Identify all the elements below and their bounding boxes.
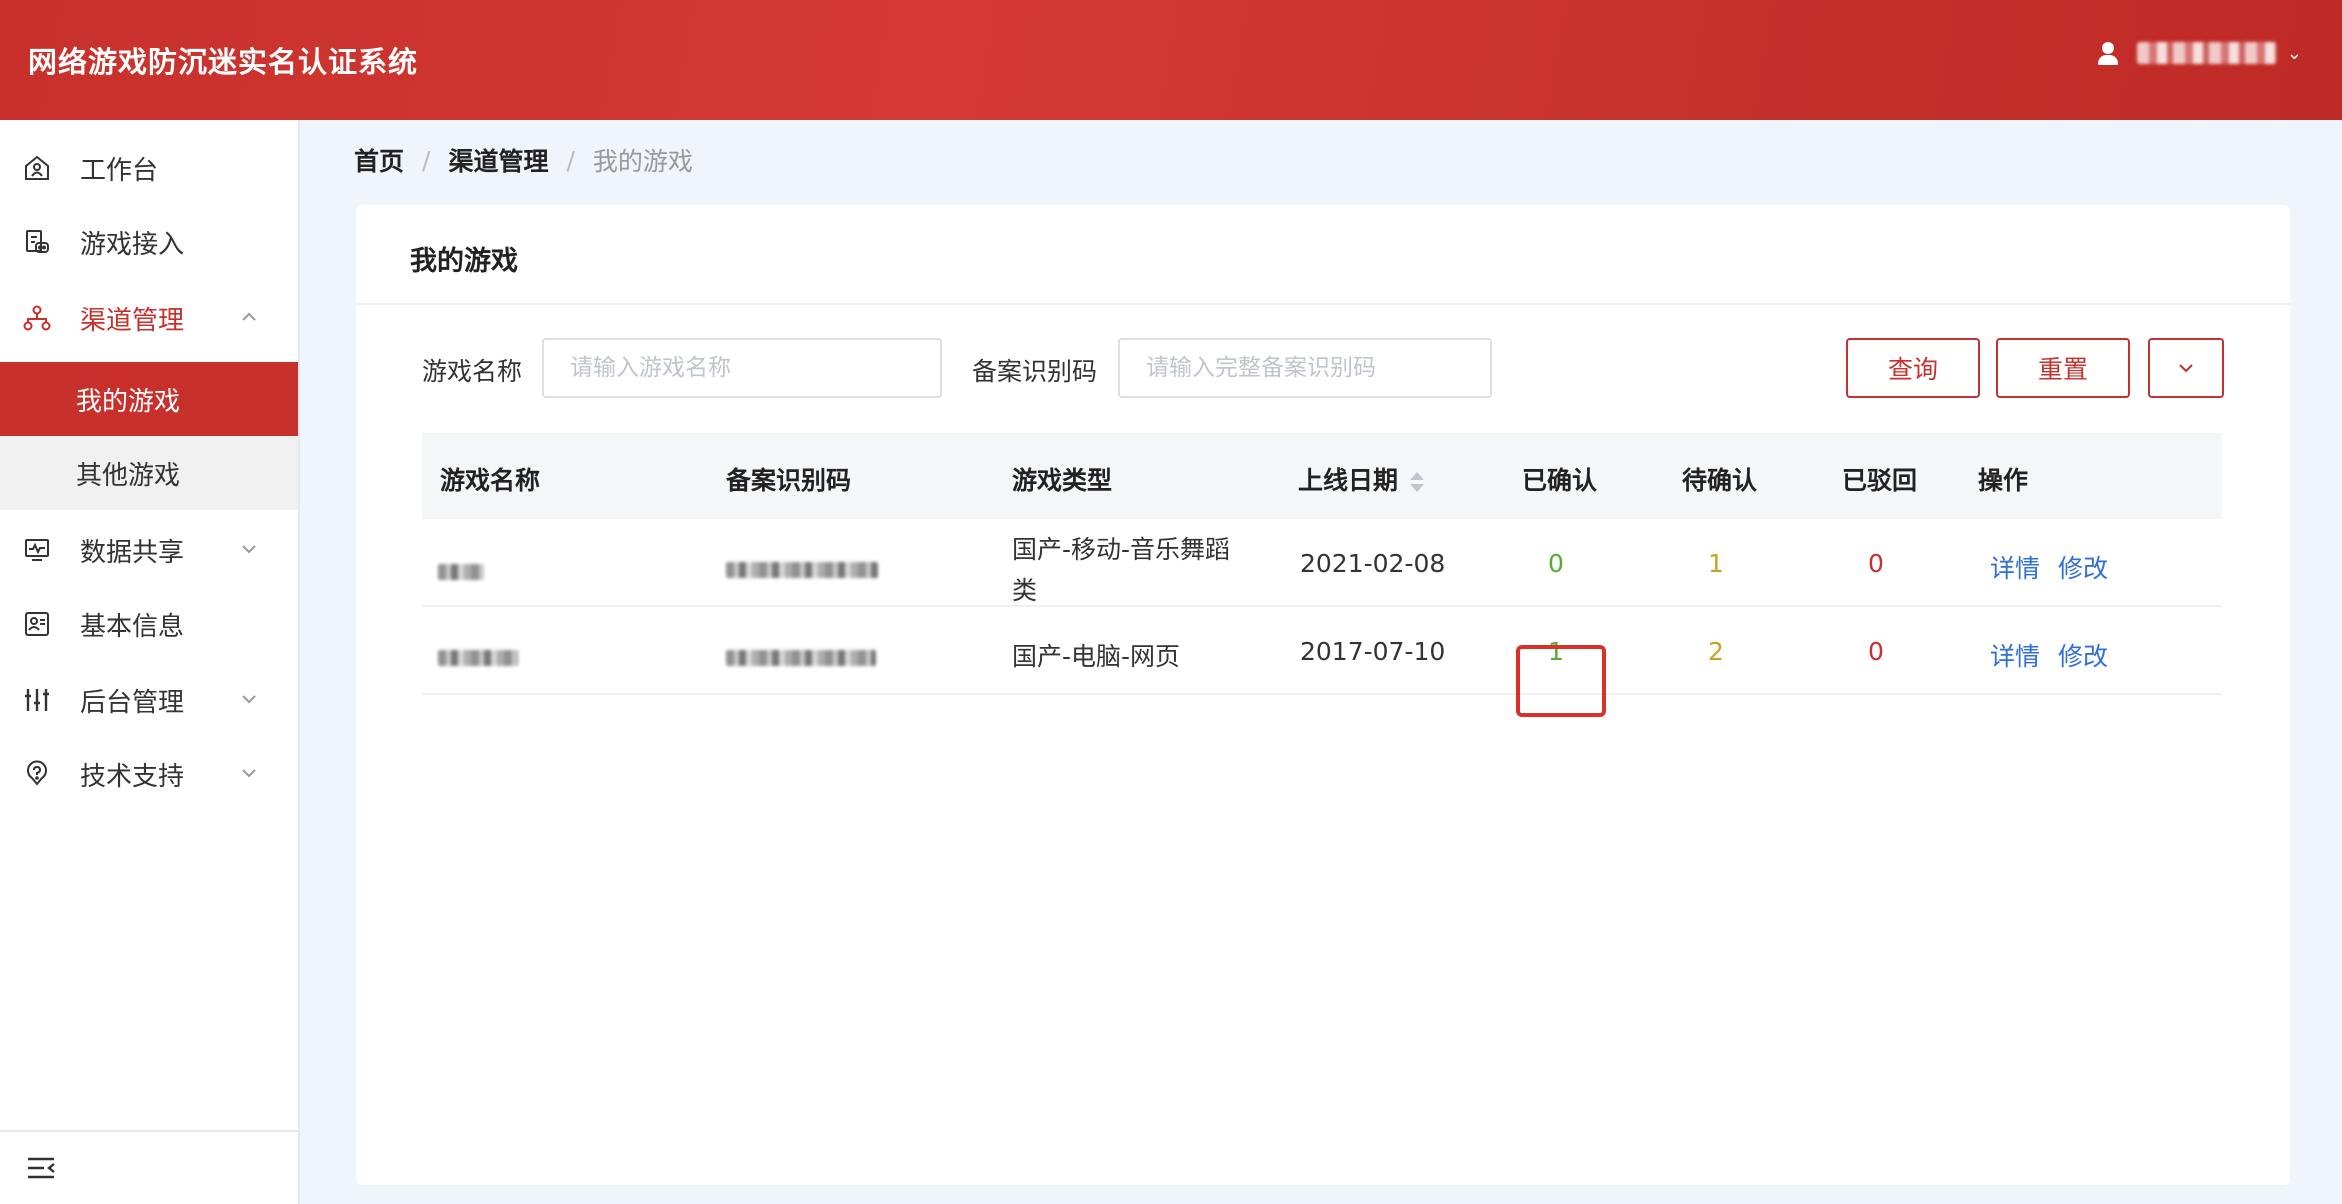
data-share-icon — [22, 535, 52, 565]
chevron-down-icon — [2179, 364, 2193, 373]
sidebar-subitem-my-games[interactable]: 我的游戏 — [0, 362, 298, 436]
rejected-count-cell[interactable]: 0 — [1868, 637, 1884, 666]
record-code-cell-redacted — [726, 555, 878, 584]
game-access-icon — [22, 227, 52, 257]
column-header-record-code: 备案识别码 — [726, 466, 852, 495]
sidebar-item-data-sharing[interactable]: 数据共享 — [0, 520, 298, 580]
sidebar-item-label: 游戏接入 — [80, 229, 185, 260]
sliders-icon — [22, 685, 52, 715]
breadcrumb: 首页 / 渠道管理 / 我的游戏 — [354, 142, 693, 178]
chevron-down-icon — [242, 695, 256, 704]
edit-link[interactable]: 修改 — [2058, 642, 2108, 671]
channel-icon — [22, 303, 52, 333]
breadcrumb-home[interactable]: 首页 — [354, 142, 404, 178]
game-name-cell-redacted — [438, 643, 518, 672]
column-header-launch-date[interactable]: 上线日期 — [1298, 461, 1425, 497]
actions-cell: 详情 修改 — [1990, 549, 2126, 585]
confirmed-count-cell[interactable]: 0 — [1548, 549, 1564, 578]
app-title: 网络游戏防沉迷实名认证系统 — [28, 45, 419, 79]
edit-link[interactable]: 修改 — [2058, 554, 2108, 583]
pending-count-cell[interactable]: 2 — [1708, 637, 1724, 666]
my-games-card: 我的游戏 游戏名称 备案识别码 查询 重置 游戏名称 备案识别码 游戏类型 上线… — [356, 205, 2290, 1185]
sidebar-subitem-other-games[interactable]: 其他游戏 — [0, 436, 298, 510]
sidebar-item-label: 数据共享 — [80, 537, 185, 568]
sidebar-item-backend-management[interactable]: 后台管理 — [0, 670, 298, 730]
user-menu[interactable]: ⌄ — [2095, 40, 2302, 66]
sidebar-item-workbench[interactable]: 工作台 — [0, 138, 298, 198]
column-header-game-type: 游戏类型 — [1012, 466, 1113, 495]
help-icon — [22, 759, 52, 789]
record-code-cell-redacted — [726, 643, 876, 672]
game-type-line: 国产-移动-音乐舞蹈 — [1012, 535, 1231, 564]
sidebar-subitem-label: 我的游戏 — [76, 386, 181, 417]
breadcrumb-separator: / — [422, 145, 431, 175]
query-button[interactable]: 查询 — [1846, 338, 1980, 398]
reset-button[interactable]: 重置 — [1996, 338, 2130, 398]
sidebar-item-label: 工作台 — [80, 155, 159, 186]
rejected-count-cell[interactable]: 0 — [1868, 549, 1884, 578]
chevron-down-icon — [242, 545, 256, 554]
top-header: 网络游戏防沉迷实名认证系统 ⌄ — [0, 0, 2342, 120]
sidebar-item-channel-management[interactable]: 渠道管理 — [0, 288, 298, 348]
sidebar-subitem-label: 其他游戏 — [76, 460, 181, 491]
game-name-input[interactable] — [542, 338, 942, 398]
sidebar-item-label: 渠道管理 — [80, 305, 185, 336]
table-header: 游戏名称 备案识别码 游戏类型 上线日期 已确认 待确认 已驳回 操作 — [422, 433, 2222, 519]
menu-collapse-icon — [28, 1157, 55, 1179]
confirmed-cell-highlight — [1516, 645, 1606, 717]
column-header-pending: 待确认 — [1682, 466, 1758, 495]
breadcrumb-current: 我的游戏 — [592, 147, 693, 176]
sidebar-item-label: 基本信息 — [80, 611, 185, 642]
detail-link[interactable]: 详情 — [1990, 554, 2040, 583]
sidebar-item-game-access[interactable]: 游戏接入 — [0, 212, 298, 272]
home-icon — [22, 153, 52, 183]
breadcrumb-separator: / — [566, 145, 575, 175]
sidebar-item-label: 后台管理 — [80, 687, 185, 718]
game-type-line: 类 — [1012, 576, 1038, 605]
sidebar-item-basic-info[interactable]: 基本信息 — [0, 594, 298, 654]
game-type-cell: 国产-移动-音乐舞蹈类 — [1012, 529, 1282, 611]
column-header-rejected: 已驳回 — [1842, 466, 1918, 495]
chevron-down-icon: ⌄ — [2286, 42, 2302, 64]
game-name-cell-redacted — [438, 557, 484, 586]
launch-date-cell: 2021-02-08 — [1300, 549, 1446, 578]
table-row: 国产-电脑-网页 2017-07-10 1 2 0 详情 修改 — [422, 607, 2222, 695]
sort-icon[interactable] — [1410, 471, 1425, 493]
sidebar-item-tech-support[interactable]: 技术支持 — [0, 744, 298, 804]
info-card-icon — [22, 609, 52, 639]
detail-link[interactable]: 详情 — [1990, 642, 2040, 671]
user-icon — [2095, 40, 2121, 66]
expand-filters-button[interactable] — [2148, 338, 2224, 398]
pending-count-cell[interactable]: 1 — [1708, 549, 1724, 578]
record-code-input[interactable] — [1118, 338, 1492, 398]
sidebar-collapse-toggle[interactable] — [0, 1130, 298, 1204]
chevron-down-icon — [242, 769, 256, 778]
breadcrumb-channel-management[interactable]: 渠道管理 — [448, 142, 548, 178]
table-row: 国产-移动-音乐舞蹈类 2021-02-08 0 1 0 详情 修改 — [422, 519, 2222, 607]
card-divider — [356, 303, 2290, 305]
column-header-actions: 操作 — [1978, 466, 2029, 495]
column-header-game-name: 游戏名称 — [440, 466, 541, 495]
column-header-label: 上线日期 — [1298, 466, 1399, 495]
game-name-label: 游戏名称 — [422, 357, 523, 386]
launch-date-cell: 2017-07-10 — [1300, 637, 1446, 666]
record-code-label: 备案识别码 — [972, 357, 1098, 386]
card-title: 我的游戏 — [410, 246, 518, 277]
sidebar: 工作台 游戏接入 渠道管理 我的游戏 其他游戏 数据共享 基本信息 后台管理 技… — [0, 120, 300, 1204]
game-type-cell: 国产-电脑-网页 — [1012, 642, 1181, 671]
actions-cell: 详情 修改 — [1990, 637, 2126, 673]
column-header-confirmed: 已确认 — [1522, 466, 1598, 495]
user-name-redacted — [2136, 42, 2277, 64]
sidebar-item-label: 技术支持 — [80, 761, 185, 792]
chevron-up-icon — [242, 312, 256, 321]
